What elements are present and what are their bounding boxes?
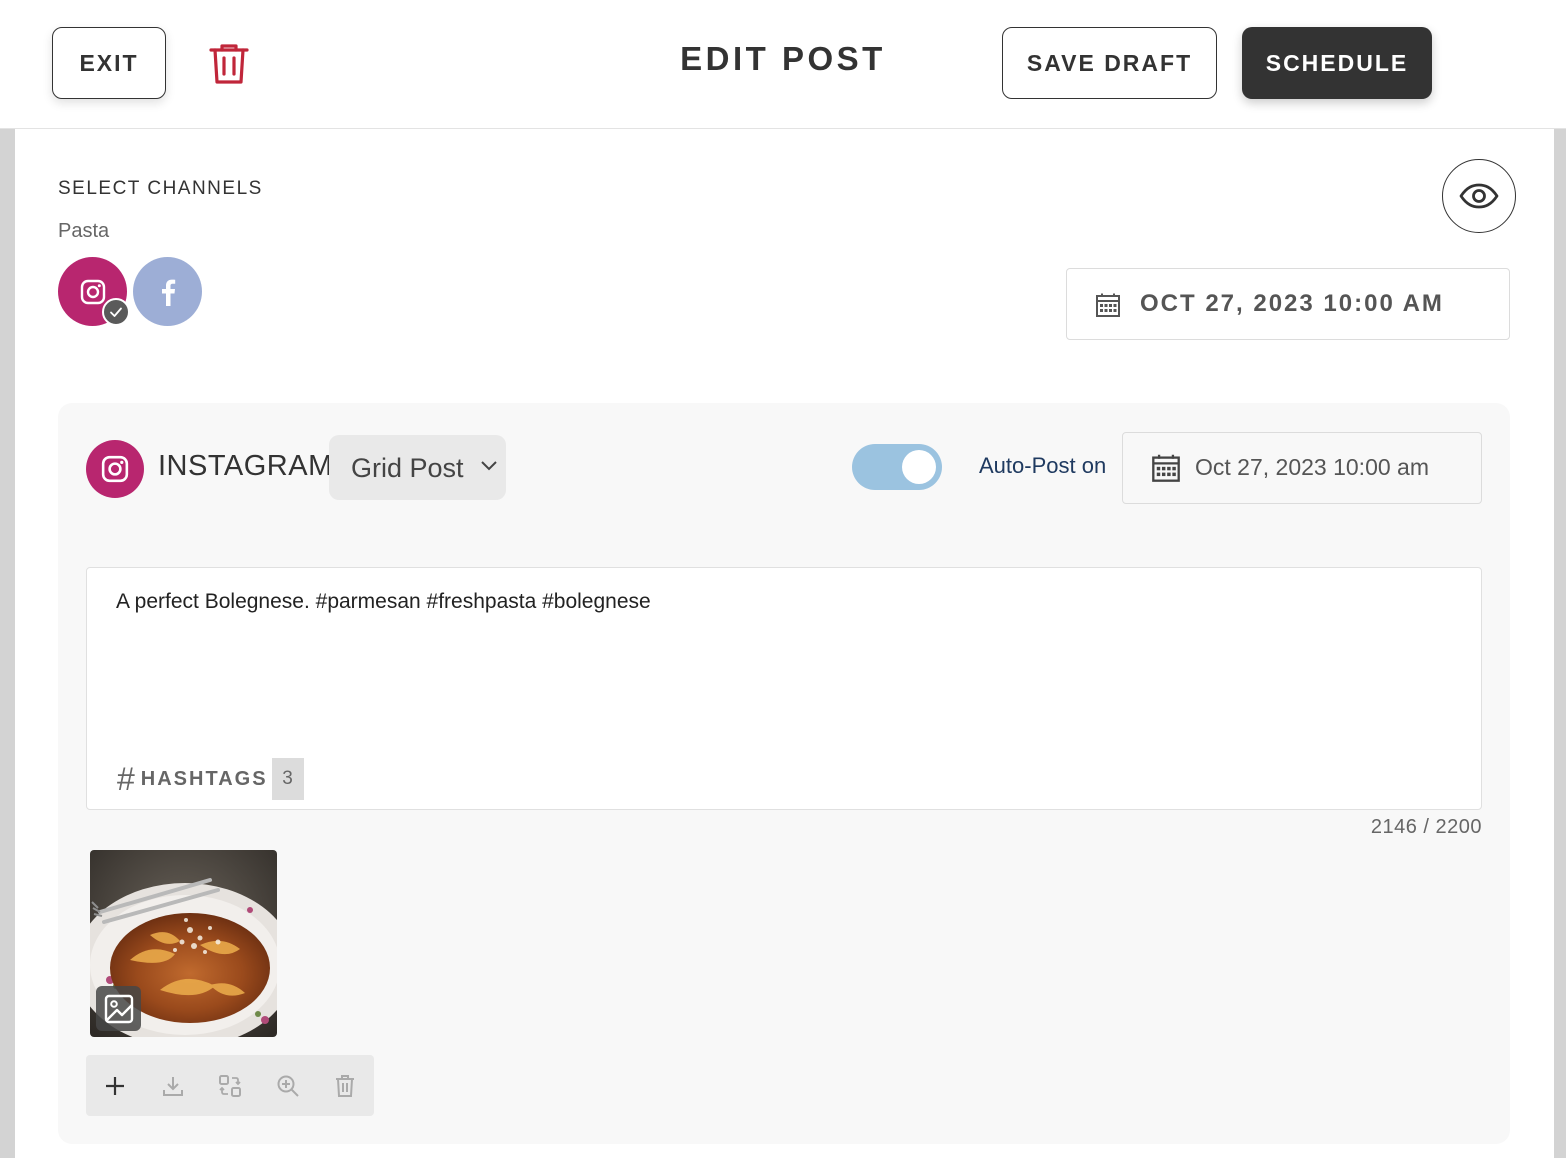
auto-post-date-picker[interactable]: Oct 27, 2023 10:00 am [1122,432,1482,504]
zoom-in-icon [277,1075,299,1097]
selected-check-badge [102,298,130,326]
post-type-value: Grid Post [351,453,464,483]
channel-facebook[interactable] [133,257,202,326]
right-gutter [1554,129,1566,1158]
add-media-button[interactable] [101,1072,129,1100]
top-bar: EXIT EDIT POST SAVE DRAFT SCHEDULE [0,0,1566,129]
calendar-icon [1152,454,1180,482]
hashtags-count-badge: 3 [271,758,304,800]
caption-text[interactable]: A perfect Bolegnese. #parmesan #freshpas… [116,590,651,614]
instagram-badge [86,440,144,498]
schedule-button[interactable]: SCHEDULE [1242,27,1432,99]
delete-media-button[interactable] [331,1072,359,1100]
network-label: INSTAGRAM [158,450,333,482]
select-channels-label: SELECT CHANNELS [58,178,263,199]
schedule-date-picker[interactable]: OCT 27, 2023 10:00 AM [1066,268,1510,340]
channel-group-name: Pasta [58,220,110,242]
instagram-icon [80,279,105,304]
eye-icon [1459,183,1499,209]
character-count: 2146 / 2200 [1370,816,1482,838]
download-icon [163,1077,183,1096]
media-toolbar [86,1055,374,1116]
auto-post-label: Auto-Post on [979,453,1107,478]
instagram-icon [101,455,129,483]
trash-icon [336,1075,354,1097]
chevron-down-icon [481,461,497,471]
image-type-badge [96,986,141,1031]
facebook-icon [161,279,175,306]
hashtags-label: HASHTAGS [140,767,268,790]
hashtags-button[interactable]: # HASHTAGS 3 [117,758,304,800]
save-draft-button[interactable]: SAVE DRAFT [1002,27,1217,99]
image-icon [104,994,133,1023]
calendar-icon [1096,293,1120,317]
auto-post-toggle[interactable] [852,444,942,490]
preview-button[interactable] [1442,159,1516,233]
zoom-media-button[interactable] [274,1072,302,1100]
hashtag-icon: # [117,760,135,797]
toggle-knob [902,450,936,484]
left-gutter [0,129,15,1158]
post-type-select[interactable]: Grid Post [329,435,506,500]
plus-icon [106,1077,124,1095]
download-media-button[interactable] [159,1072,187,1100]
swap-icon [219,1075,241,1097]
schedule-datetime: OCT 27, 2023 10:00 AM [1140,290,1444,317]
swap-media-button[interactable] [216,1072,244,1100]
auto-post-datetime: Oct 27, 2023 10:00 am [1195,454,1429,480]
check-icon [110,307,122,317]
caption-editor[interactable]: A perfect Bolegnese. #parmesan #freshpas… [86,567,1482,810]
